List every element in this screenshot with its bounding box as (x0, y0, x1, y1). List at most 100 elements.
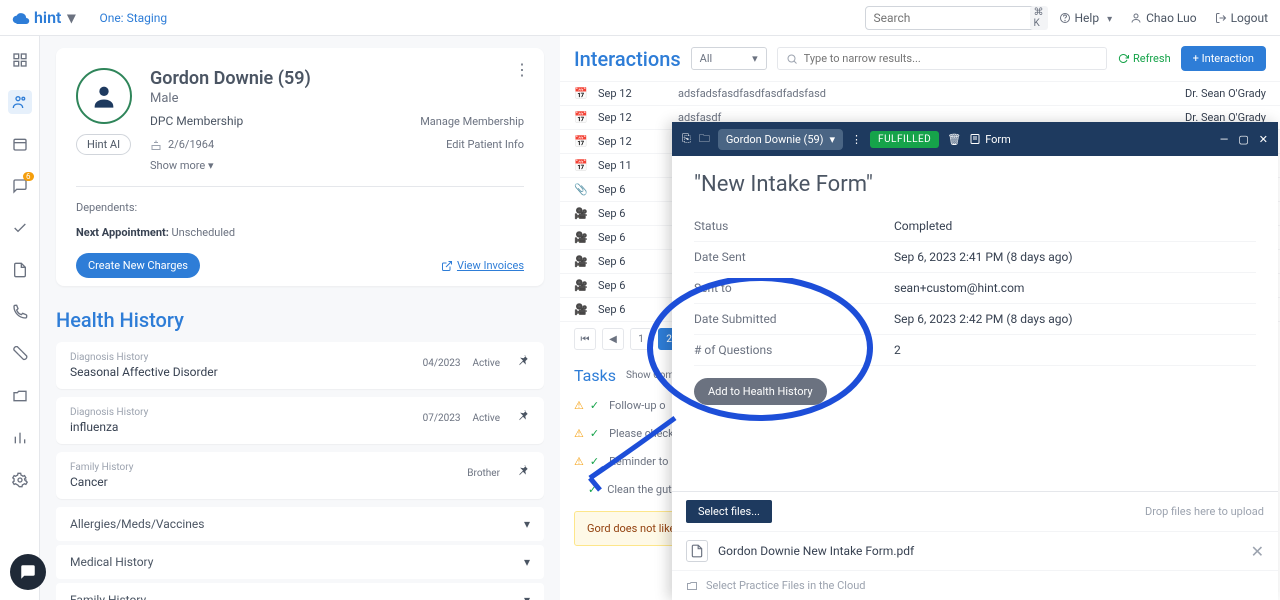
accordion-family-history[interactable]: Family History▾ (56, 583, 544, 600)
search-shortcut: ⌘ K (1030, 6, 1048, 30)
user-icon (1130, 12, 1142, 24)
delete-icon[interactable]: 🗑 (947, 133, 961, 146)
cal-icon: 📅 (574, 135, 588, 148)
pager-prev[interactable]: ◀ (602, 328, 624, 350)
pin-icon[interactable] (516, 407, 530, 426)
next-appt-row: Next Appointment: Unscheduled (76, 226, 524, 239)
narrow-input[interactable] (804, 52, 1098, 65)
rail-reports[interactable] (8, 426, 32, 450)
panel-menu-icon[interactable]: ⋮ (851, 133, 862, 146)
drop-hint: Drop files here to upload (1145, 505, 1264, 518)
file-name: Gordon Downie New Intake Form.pdf (718, 544, 1241, 558)
pager-first[interactable]: ⏮ (574, 328, 596, 350)
brand-caret-icon[interactable]: ▾ (67, 8, 75, 27)
rail-messages[interactable]: 6 (8, 174, 32, 198)
interaction-row[interactable]: 📅 Sep 12 adsfadsfasdfasdfasdfadsfasd Dr.… (560, 82, 1280, 106)
remove-file-icon[interactable]: ✕ (1251, 542, 1264, 561)
health-history-title: Health History (56, 308, 544, 332)
detail-row: # of Questions2 (694, 335, 1256, 366)
cake-icon (150, 139, 162, 151)
patient-gender: Male (150, 91, 524, 106)
rail-patients[interactable] (8, 90, 32, 114)
detail-row: Date SentSep 6, 2023 2:41 PM (8 days ago… (694, 242, 1256, 273)
rail-inbox[interactable] (8, 216, 32, 240)
rail-dashboard[interactable] (8, 48, 32, 72)
form-title: "New Intake Form" (694, 172, 1256, 197)
close-icon[interactable]: ✕ (1259, 133, 1268, 146)
cal-icon: 📅 (574, 111, 588, 124)
help-menu[interactable]: Help (1059, 11, 1113, 25)
view-invoices-link[interactable]: View Invoices (441, 259, 524, 272)
warning-icon: ⚠ (574, 455, 584, 468)
rail-settings[interactable] (8, 468, 32, 492)
manage-membership-link[interactable]: Manage Membership (420, 115, 524, 128)
refresh-icon (1117, 53, 1129, 65)
copy-icon[interactable]: ⎘ (682, 132, 691, 146)
rail-rx[interactable] (8, 342, 32, 366)
pin-icon[interactable] (516, 462, 530, 481)
file-row[interactable]: Gordon Downie New Intake Form.pdf ✕ (672, 531, 1278, 571)
interactions-filter[interactable]: All▾ (691, 47, 767, 70)
detail-row: Sent tosean+custom@hint.com (694, 273, 1256, 304)
pin-icon[interactable] (516, 352, 530, 371)
form-detail-panel: ⎘ 🗀 Gordon Downie (59)▾ ⋮ FULFILLED 🗑 Fo… (672, 122, 1278, 600)
maximize-icon[interactable]: ▢ (1238, 133, 1248, 146)
hh-item[interactable]: Diagnosis History Seasonal Affective Dis… (56, 342, 544, 389)
search-input[interactable] (874, 11, 1030, 25)
select-files-button[interactable]: Select files... (686, 500, 772, 523)
rail-phone[interactable] (8, 300, 32, 324)
minimize-icon[interactable]: — (1220, 133, 1229, 146)
cloud-files-link[interactable]: Select Practice Files in the Cloud (672, 571, 1278, 600)
clip-icon: 📎 (574, 183, 588, 196)
accordion-medical-history[interactable]: Medical History▾ (56, 545, 544, 579)
rail-calendar[interactable] (8, 132, 32, 156)
user-menu[interactable]: Chao Luo (1130, 11, 1196, 25)
avatar (76, 68, 132, 124)
hint-ai-button[interactable]: Hint AI (76, 134, 131, 155)
search-icon (786, 53, 798, 65)
env-label[interactable]: One: Staging (99, 11, 167, 25)
rail-badge: 6 (23, 172, 34, 181)
detail-row: Date SubmittedSep 6, 2023 2:42 PM (8 day… (694, 304, 1256, 335)
folder-icon[interactable]: 🗀 (699, 130, 710, 149)
check-icon[interactable]: ✓ (590, 399, 599, 412)
pdf-icon (686, 540, 708, 562)
left-nav-rail: 6 (0, 36, 40, 600)
logout-link[interactable]: Logout (1215, 11, 1268, 25)
check-icon[interactable]: ✓ (590, 455, 599, 468)
hh-item[interactable]: Diagnosis History influenza 07/2023Activ… (56, 397, 544, 444)
status-badge: FULFILLED (870, 131, 939, 148)
check-icon[interactable]: ✓ (588, 483, 597, 496)
help-icon (1059, 12, 1071, 24)
vid-icon: 🎥 (574, 255, 588, 268)
patient-card-menu[interactable]: ⋮ (514, 60, 530, 79)
rail-documents[interactable] (8, 258, 32, 282)
vid-icon: 🎥 (574, 207, 588, 220)
hh-item[interactable]: Family History Cancer Brother (56, 452, 544, 499)
tasks-title: Tasks (574, 366, 616, 385)
dob-value: 2/6/1964 (168, 138, 214, 151)
logout-icon (1215, 12, 1227, 24)
dependents-label: Dependents: (76, 201, 524, 214)
new-interaction-button[interactable]: + Interaction (1181, 46, 1266, 71)
global-search[interactable]: ⌘ K (865, 6, 1045, 30)
cal-icon: 📅 (574, 87, 588, 100)
show-more-toggle[interactable]: Show more ▾ (150, 159, 524, 172)
warning-icon: ⚠ (574, 399, 584, 412)
pager-page-1[interactable]: 1 (630, 328, 652, 350)
rail-files[interactable] (8, 384, 32, 408)
panel-patient-dropdown[interactable]: Gordon Downie (59)▾ (718, 129, 843, 150)
accordion-allergies-meds-vaccines[interactable]: Allergies/Meds/Vaccines▾ (56, 507, 544, 541)
create-charges-button[interactable]: Create New Charges (76, 253, 200, 278)
add-to-health-history-button[interactable]: Add to Health History (694, 378, 827, 405)
check-icon[interactable]: ✓ (590, 427, 599, 440)
brand-logo[interactable]: hint ▾ (12, 8, 75, 27)
form-icon (969, 133, 981, 145)
person-icon (90, 82, 118, 110)
vid-icon: 🎥 (574, 279, 588, 292)
intercom-launcher[interactable] (10, 554, 46, 590)
edit-patient-link[interactable]: Edit Patient Info (446, 138, 524, 151)
interactions-title: Interactions (574, 47, 681, 71)
refresh-button[interactable]: Refresh (1117, 52, 1171, 65)
form-link[interactable]: Form (969, 133, 1011, 146)
